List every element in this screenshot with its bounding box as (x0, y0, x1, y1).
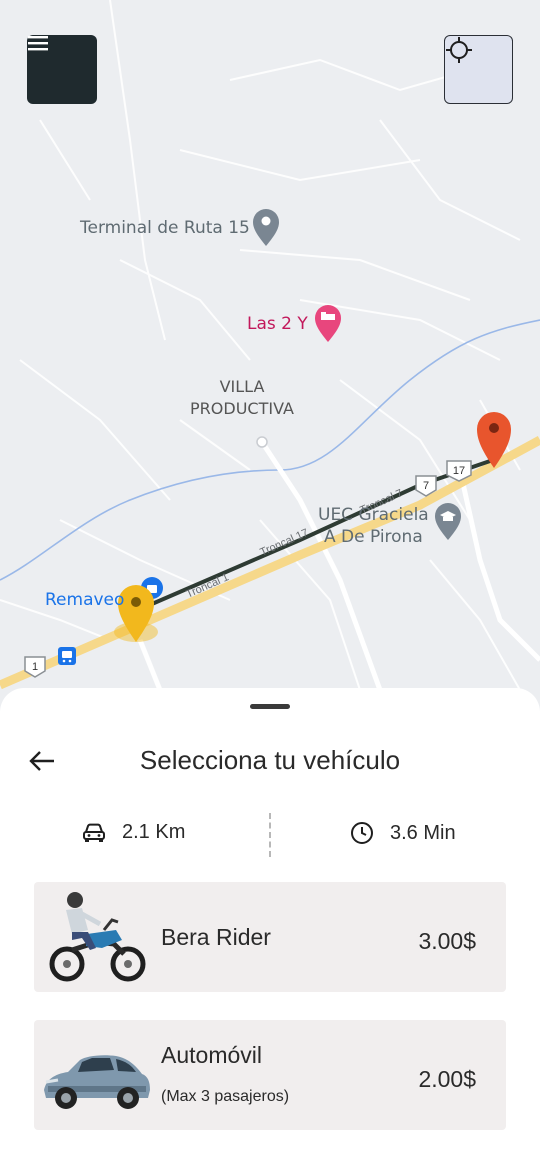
map-label-productiva: PRODUCTIVA (190, 399, 294, 418)
vehicle-price: 3.00$ (418, 928, 476, 954)
my-location-button[interactable] (444, 35, 513, 104)
svg-text:17: 17 (453, 465, 465, 477)
map-label-uec: UEC Graciela A De Pirona (318, 504, 429, 548)
map-label-villa-productiva: VILLA PRODUCTIVA (180, 376, 304, 420)
map-canvas: Troncal 1 Troncal 17 Troncal 7 7 17 1 (0, 0, 540, 691)
hamburger-icon (28, 36, 48, 51)
vehicle-option-automovil[interactable]: Automóvil (Max 3 pasajeros) 2.00$ (34, 1020, 506, 1130)
svg-text:1: 1 (32, 661, 38, 673)
sheet-title: Selecciona tu vehículo (139, 745, 401, 775)
vehicle-selection-sheet: Selecciona tu vehículo 2.1 Km 3.6 Min Be… (0, 688, 540, 1152)
map-label-remaveo: Remaveo (45, 590, 125, 610)
distance-value: 2.1 Km (122, 821, 186, 843)
bus-stop-icon[interactable] (58, 647, 76, 665)
hotel-poi-icon[interactable] (315, 305, 341, 342)
car-image (42, 1028, 152, 1122)
map-label-uec-line1: UEC Graciela (318, 505, 429, 525)
vehicle-price: 2.00$ (418, 1066, 476, 1092)
vehicle-option-bera-rider[interactable]: Bera Rider 3.00$ (34, 882, 506, 992)
duration-stat: 3.6 Min (350, 821, 456, 845)
terminal-poi-icon[interactable] (253, 209, 279, 246)
map-view[interactable]: Troncal 1 Troncal 17 Troncal 7 7 17 1 Te… (0, 0, 540, 720)
vehicle-name: Bera Rider (161, 924, 271, 950)
stats-divider (269, 813, 271, 857)
distance-stat: 2.1 Km (82, 821, 185, 844)
map-label-uec-line2: A De Pirona (323, 527, 423, 547)
vehicle-capacity: (Max 3 pasajeros) (161, 1088, 290, 1105)
trip-stats: 2.1 Km 3.6 Min (0, 813, 540, 857)
map-label-las-2-y: Las 2 Y (247, 314, 308, 334)
crosshair-icon (446, 37, 472, 63)
car-icon (83, 823, 105, 842)
drag-handle[interactable] (250, 704, 290, 709)
vehicle-name: Automóvil (161, 1042, 262, 1068)
menu-button[interactable] (27, 35, 97, 104)
svg-text:7: 7 (423, 480, 429, 492)
clock-icon (351, 822, 373, 844)
motorcycle-image (42, 890, 152, 984)
map-label-terminal: Terminal de Ruta 15 (80, 218, 250, 238)
map-label-villa: VILLA (219, 377, 265, 396)
duration-value: 3.6 Min (390, 821, 456, 844)
school-poi-icon[interactable] (435, 503, 461, 540)
